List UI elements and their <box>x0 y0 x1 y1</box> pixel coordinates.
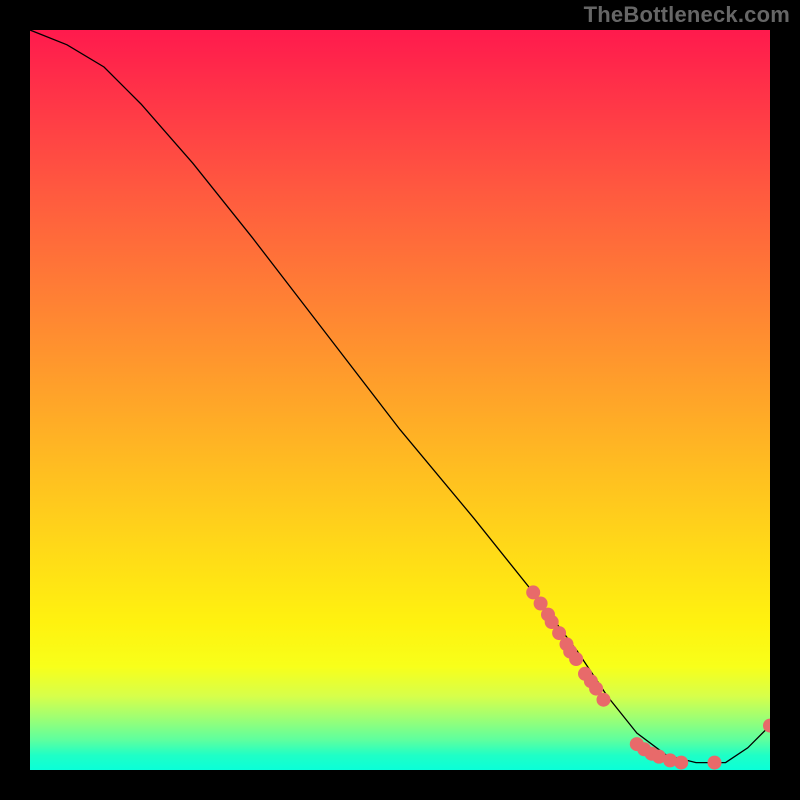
scatter-dot <box>674 756 688 770</box>
chart-svg <box>30 30 770 770</box>
scatter-dot <box>597 693 611 707</box>
scatter-dot <box>569 652 583 666</box>
chart-frame: TheBottleneck.com <box>0 0 800 800</box>
watermark-text: TheBottleneck.com <box>584 2 790 28</box>
plot-area <box>30 30 770 770</box>
scatter-dot <box>708 756 722 770</box>
bottleneck-curve <box>30 30 770 763</box>
scatter-dot <box>763 719 770 733</box>
